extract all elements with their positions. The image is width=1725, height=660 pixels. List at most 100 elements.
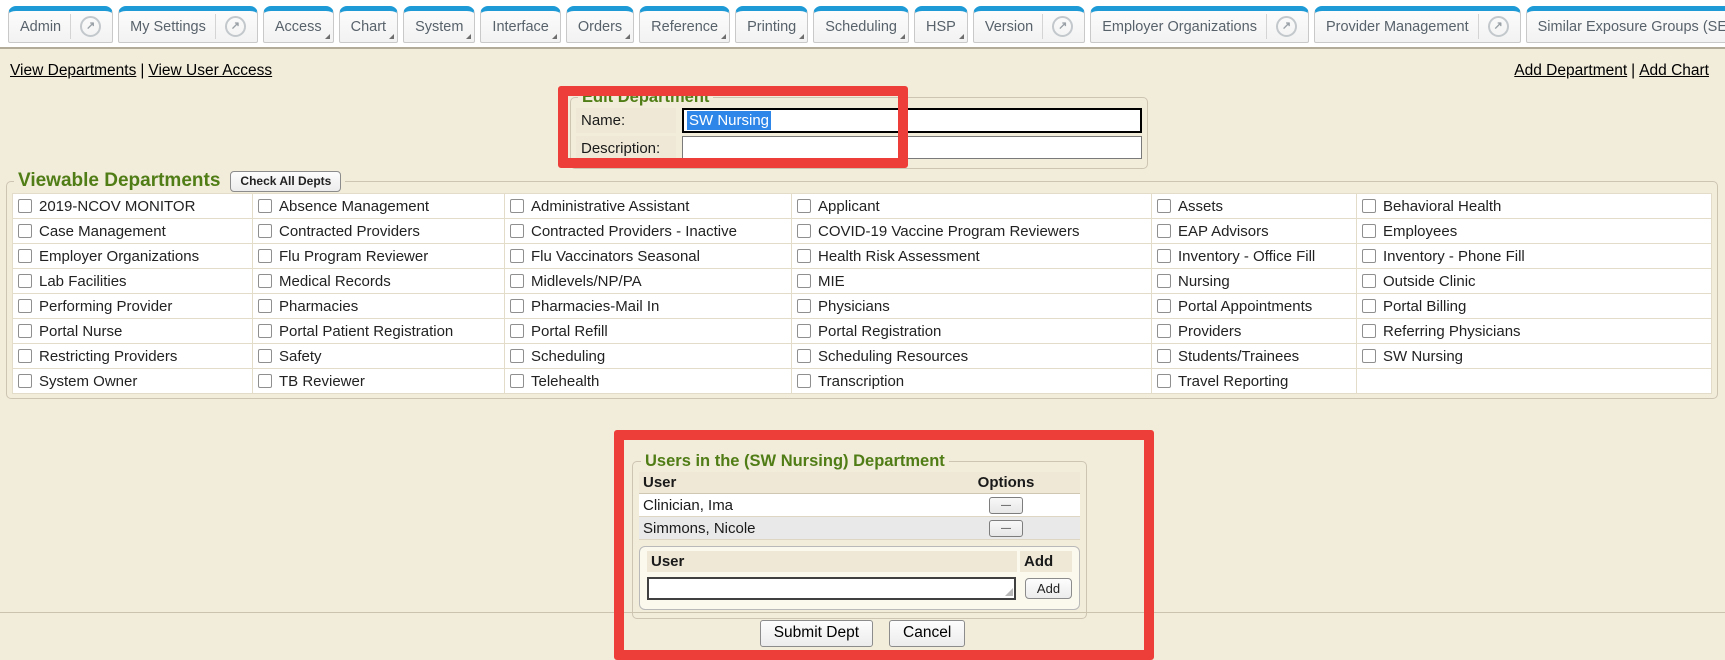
cancel-button[interactable]: Cancel — [889, 620, 965, 647]
department-checkbox-applicant[interactable] — [797, 199, 811, 213]
department-checkbox-medical-records[interactable] — [258, 274, 272, 288]
add-department-link[interactable]: Add Department — [1514, 62, 1627, 79]
user-row-simmons-nicole: Simmons, Nicole— — [639, 517, 1080, 540]
tab-reference[interactable]: Reference — [639, 6, 730, 43]
tab-employer-organizations[interactable]: Employer Organizations↗ — [1090, 6, 1309, 43]
tab-version[interactable]: Version↗ — [973, 6, 1085, 43]
department-checkbox-portal-registration[interactable] — [797, 324, 811, 338]
department-checkbox-contracted-providers[interactable] — [258, 224, 272, 238]
department-checkbox-restricting-providers[interactable] — [18, 349, 32, 363]
department-checkbox-eap-advisors[interactable] — [1157, 224, 1171, 238]
submit-dept-button[interactable]: Submit Dept — [760, 620, 873, 647]
department-cell-covid-19-vaccine-program-reviewers: COVID-19 Vaccine Program Reviewers — [792, 219, 1152, 244]
department-checkbox-covid-19-vaccine-program-reviewers[interactable] — [797, 224, 811, 238]
department-checkbox-flu-program-reviewer[interactable] — [258, 249, 272, 263]
department-item: Employees — [1362, 223, 1709, 240]
department-label: Pharmacies-Mail In — [531, 298, 659, 315]
add-links: Add Department|Add Chart — [1514, 62, 1709, 80]
department-checkbox-scheduling[interactable] — [510, 349, 524, 363]
department-checkbox-system-owner[interactable] — [18, 374, 32, 388]
department-checkbox-sw-nursing[interactable] — [1362, 349, 1376, 363]
remove-user-button[interactable]: — — [989, 520, 1023, 537]
tab-my-settings[interactable]: My Settings↗ — [118, 6, 258, 43]
department-item: Flu Vaccinators Seasonal — [510, 248, 789, 265]
tab-admin[interactable]: Admin↗ — [8, 6, 113, 43]
tab-hsp[interactable]: HSP — [914, 6, 968, 43]
department-checkbox-portal-refill[interactable] — [510, 324, 524, 338]
tab-scheduling[interactable]: Scheduling — [813, 6, 909, 43]
dropdown-indicator-icon — [466, 34, 471, 39]
department-checkbox-mie[interactable] — [797, 274, 811, 288]
department-checkbox-outside-clinic[interactable] — [1362, 274, 1376, 288]
link-separator: | — [140, 62, 144, 79]
department-checkbox-2019-ncov-monitor[interactable] — [18, 199, 32, 213]
department-cell-sw-nursing: SW Nursing — [1357, 344, 1712, 369]
department-checkbox-travel-reporting[interactable] — [1157, 374, 1171, 388]
department-item: 2019-NCOV MONITOR — [18, 198, 250, 215]
department-checkbox-employer-organizations[interactable] — [18, 249, 32, 263]
department-checkbox-lab-facilities[interactable] — [18, 274, 32, 288]
department-checkbox-inventory-office-fill[interactable] — [1157, 249, 1171, 263]
department-checkbox-pharmacies-mail-in[interactable] — [510, 299, 524, 313]
department-cell-contracted-providers: Contracted Providers — [253, 219, 505, 244]
tab-printing[interactable]: Printing — [735, 6, 808, 43]
add-user-button[interactable]: Add — [1025, 578, 1072, 599]
department-item: Transcription — [797, 373, 1149, 390]
check-all-depts-button[interactable]: Check All Depts — [230, 171, 341, 192]
department-checkbox-telehealth[interactable] — [510, 374, 524, 388]
department-checkbox-referring-physicians[interactable] — [1362, 324, 1376, 338]
add-user-input[interactable] — [647, 577, 1016, 600]
department-checkbox-midlevels-np-pa[interactable] — [510, 274, 524, 288]
dropdown-indicator-icon — [552, 34, 557, 39]
department-item: Applicant — [797, 198, 1149, 215]
department-checkbox-nursing[interactable] — [1157, 274, 1171, 288]
footer-buttons: Submit Dept Cancel — [0, 620, 1725, 647]
department-checkbox-portal-nurse[interactable] — [18, 324, 32, 338]
view-links: View Departments|View User Access — [10, 62, 272, 80]
department-checkbox-employees[interactable] — [1362, 224, 1376, 238]
department-checkbox-inventory-phone-fill[interactable] — [1362, 249, 1376, 263]
department-item: Health Risk Assessment — [797, 248, 1149, 265]
department-item: Pharmacies-Mail In — [510, 298, 789, 315]
tab-interface[interactable]: Interface — [480, 6, 560, 43]
department-cell-inventory-phone-fill: Inventory - Phone Fill — [1357, 244, 1712, 269]
department-checkbox-absence-management[interactable] — [258, 199, 272, 213]
tab-chart[interactable]: Chart — [339, 6, 398, 43]
tab-provider-management[interactable]: Provider Management↗ — [1314, 6, 1521, 43]
department-checkbox-administrative-assistant[interactable] — [510, 199, 524, 213]
department-checkbox-transcription[interactable] — [797, 374, 811, 388]
department-checkbox-scheduling-resources[interactable] — [797, 349, 811, 363]
department-checkbox-contracted-providers-inactive[interactable] — [510, 224, 524, 238]
edit-department-panel: Edit Department Name: SW Nursing Descrip… — [570, 88, 1148, 169]
department-checkbox-portal-patient-registration[interactable] — [258, 324, 272, 338]
name-input[interactable]: SW Nursing — [682, 108, 1142, 133]
department-checkbox-portal-billing[interactable] — [1362, 299, 1376, 313]
department-checkbox-behavioral-health[interactable] — [1362, 199, 1376, 213]
department-checkbox-assets[interactable] — [1157, 199, 1171, 213]
department-checkbox-performing-provider[interactable] — [18, 299, 32, 313]
department-checkbox-providers[interactable] — [1157, 324, 1171, 338]
department-label: Scheduling Resources — [818, 348, 968, 365]
department-label: Portal Nurse — [39, 323, 122, 340]
tab-label: My Settings — [130, 19, 206, 35]
department-checkbox-tb-reviewer[interactable] — [258, 374, 272, 388]
view-departments-link[interactable]: View Departments — [10, 62, 136, 79]
department-checkbox-flu-vaccinators-seasonal[interactable] — [510, 249, 524, 263]
dropdown-indicator-icon — [625, 34, 630, 39]
department-checkbox-case-management[interactable] — [18, 224, 32, 238]
department-checkbox-health-risk-assessment[interactable] — [797, 249, 811, 263]
department-checkbox-students-trainees[interactable] — [1157, 349, 1171, 363]
add-chart-link[interactable]: Add Chart — [1639, 62, 1709, 79]
remove-user-button[interactable]: — — [989, 497, 1023, 514]
tab-similar-exposure-groups-segs[interactable]: Similar Exposure Groups (SEGs)↗ — [1526, 6, 1725, 43]
department-checkbox-portal-appointments[interactable] — [1157, 299, 1171, 313]
department-item: Outside Clinic — [1362, 273, 1709, 290]
view-user-access-link[interactable]: View User Access — [148, 62, 272, 79]
department-checkbox-safety[interactable] — [258, 349, 272, 363]
department-checkbox-pharmacies[interactable] — [258, 299, 272, 313]
description-input[interactable] — [682, 136, 1142, 159]
tab-orders[interactable]: Orders — [566, 6, 634, 43]
tab-system[interactable]: System — [403, 6, 475, 43]
department-checkbox-physicians[interactable] — [797, 299, 811, 313]
tab-access[interactable]: Access — [263, 6, 334, 43]
